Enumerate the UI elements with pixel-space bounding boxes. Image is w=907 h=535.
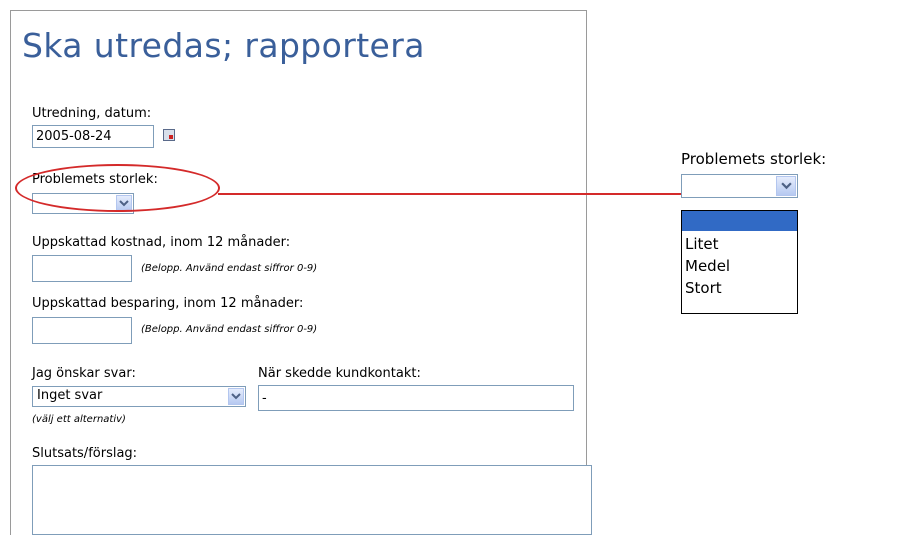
investigation-date-input[interactable]: 2005-08-24 (32, 125, 154, 148)
estimated-cost-hint: (Belopp. Använd endast siffror 0-9) (141, 263, 318, 274)
estimated-cost-label: Uppskattad kostnad, inom 12 månader: (32, 235, 291, 250)
option-item[interactable]: Medel (682, 255, 797, 277)
chevron-down-icon[interactable] (776, 176, 796, 196)
investigation-date-label: Utredning, datum: (32, 106, 152, 121)
option-item[interactable]: Stort (682, 277, 797, 299)
callout-problem-size-select[interactable] (681, 174, 798, 198)
page-title: Ska utredas; rapportera (22, 26, 425, 65)
callout-problem-size-label: Problemets storlek: (681, 150, 827, 168)
reply-hint: (välj ett alternativ) (32, 414, 126, 425)
estimated-cost-input[interactable] (32, 255, 132, 282)
estimated-saving-label: Uppskattad besparing, inom 12 månader: (32, 296, 304, 311)
reply-select[interactable]: Inget svar (32, 386, 246, 407)
contact-label: När skedde kundkontakt: (258, 366, 421, 381)
calendar-icon[interactable] (163, 129, 175, 141)
conclusion-label: Slutsats/förslag: (32, 446, 138, 461)
contact-input[interactable]: - (258, 385, 574, 411)
callout-options-list: Litet Medel Stort (681, 210, 798, 314)
reply-label: Jag önskar svar: (32, 366, 136, 381)
option-item[interactable] (682, 211, 797, 231)
callout-connector-line (218, 193, 685, 195)
highlight-ellipse (15, 164, 220, 212)
estimated-saving-hint: (Belopp. Använd endast siffror 0-9) (141, 324, 318, 335)
chevron-down-icon[interactable] (228, 388, 244, 405)
estimated-saving-input[interactable] (32, 317, 132, 344)
reply-value: Inget svar (37, 388, 103, 403)
option-item[interactable]: Litet (682, 233, 797, 255)
